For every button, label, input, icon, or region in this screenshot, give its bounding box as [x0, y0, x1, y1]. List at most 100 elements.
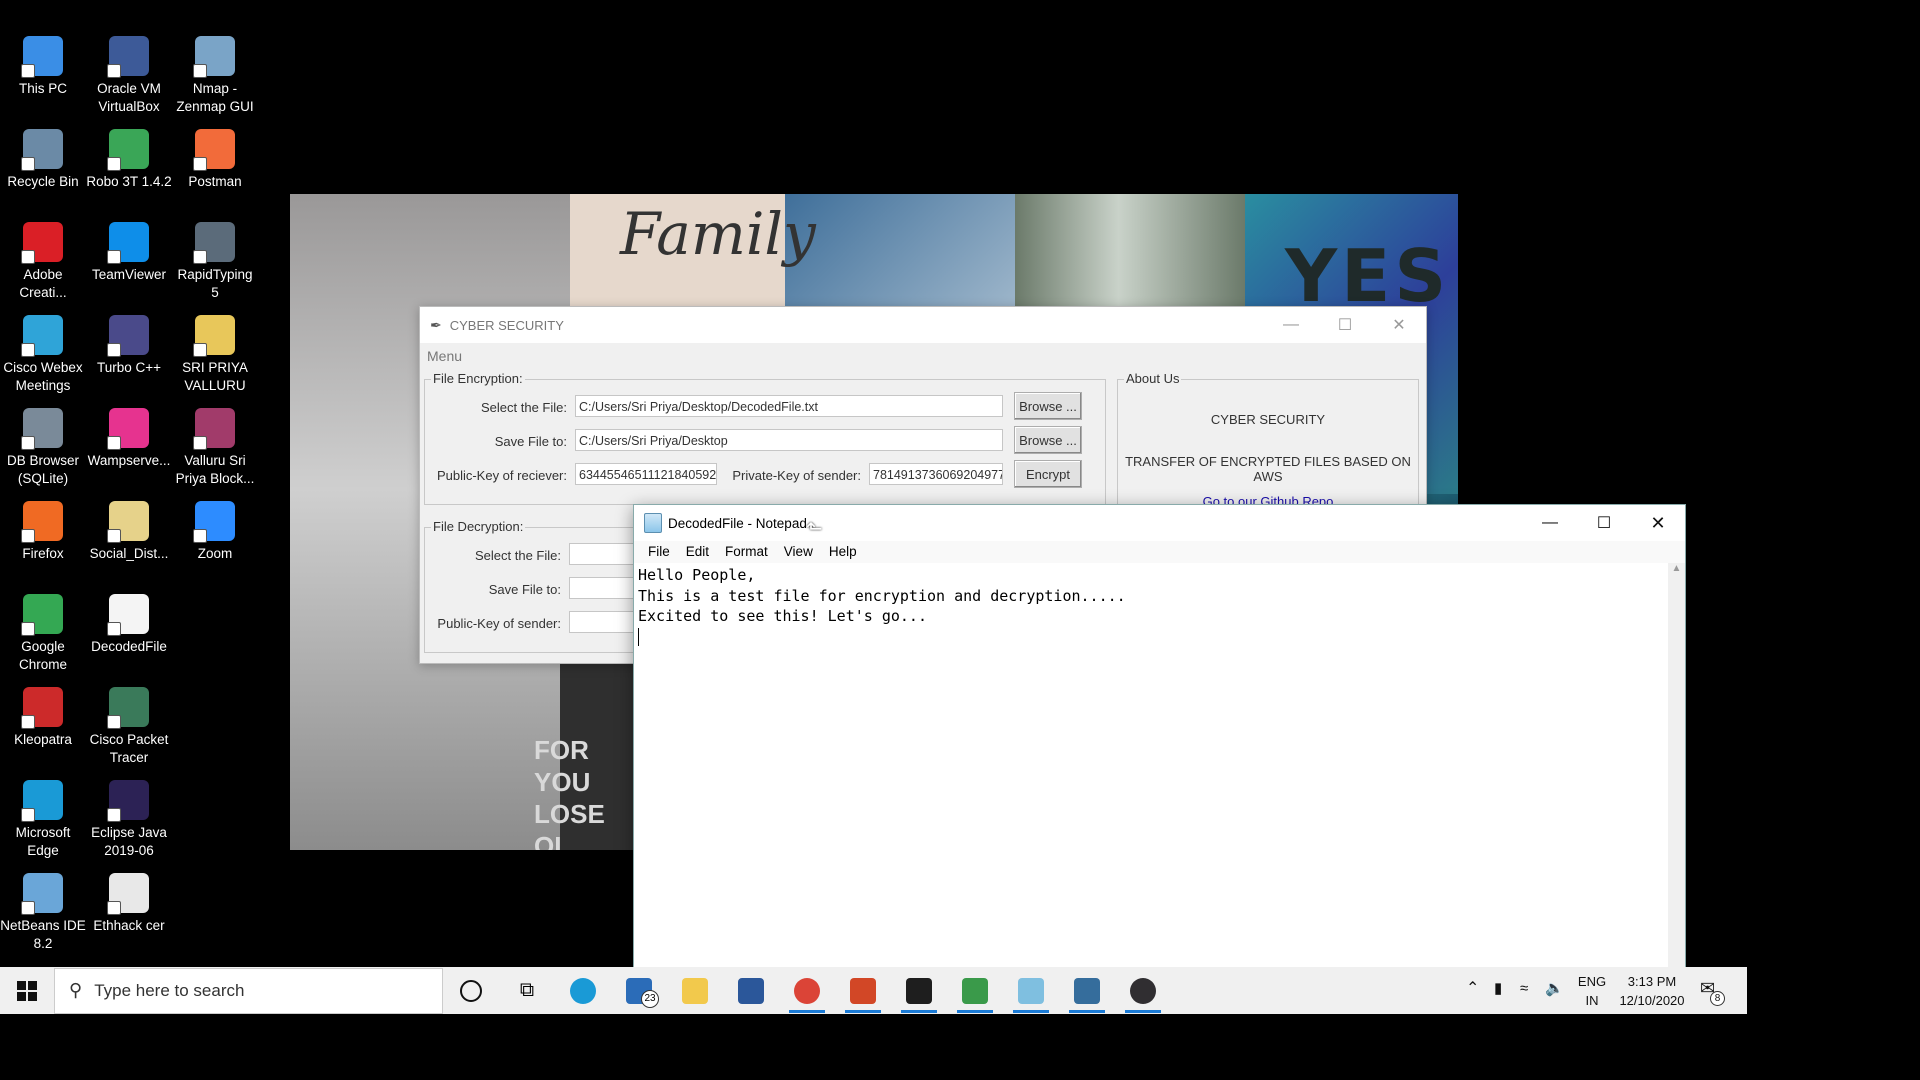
encrypt-button[interactable]: Encrypt: [1014, 460, 1082, 488]
language-indicator[interactable]: ENG IN: [1574, 972, 1610, 1010]
scroll-up-icon[interactable]: ▲: [1668, 563, 1685, 574]
powerpoint-icon: [850, 977, 876, 1004]
desktop-icon-adobe-creati[interactable]: Adobe Creati...: [0, 222, 86, 302]
desktop-icon-wampserve[interactable]: Wampserve...: [86, 408, 172, 470]
battery-icon[interactable]: ▮: [1494, 979, 1502, 998]
minimize-button[interactable]: —: [1264, 307, 1318, 343]
desktop-icon-turbo-c[interactable]: Turbo C++: [86, 315, 172, 377]
menu-view[interactable]: View: [784, 544, 813, 559]
close-button[interactable]: ✕: [1372, 307, 1426, 343]
taskbar-app-notepad[interactable]: [1003, 967, 1059, 1014]
app-icon: [107, 594, 149, 636]
desktop-icon-db-browser-sqlite[interactable]: DB Browser (SQLite): [0, 408, 86, 488]
desktop-icon-label: Recycle Bin: [7, 174, 79, 189]
notepad-icon: [1018, 977, 1044, 1004]
notepad-close-button[interactable]: ✕: [1631, 505, 1685, 541]
app-icon: [107, 129, 149, 171]
menu-file[interactable]: File: [648, 544, 670, 559]
desktop-icon-label: Postman: [188, 174, 242, 189]
select-file-input[interactable]: C:/Users/Sri Priya/Desktop/DecodedFile.t…: [575, 395, 1003, 417]
desktop-icon-netbeans-ide-8-2[interactable]: NetBeans IDE 8.2: [0, 873, 86, 953]
desktop-icon-eclipse-java-2019-06[interactable]: Eclipse Java 2019-06: [86, 780, 172, 860]
cyber-titlebar[interactable]: ✒ CYBER SECURITY — ☐ ✕: [420, 307, 1426, 343]
menu-help[interactable]: Help: [829, 544, 857, 559]
taskbar-app-terminal[interactable]: [891, 967, 947, 1014]
taskbar-app-python-app[interactable]: [1059, 967, 1115, 1014]
menu-edit[interactable]: Edit: [686, 544, 709, 559]
desktop-icon-decodedfile[interactable]: DecodedFile: [86, 594, 172, 656]
browse-select-button[interactable]: Browse ...: [1014, 392, 1082, 420]
notepad-scrollbar[interactable]: ▲: [1668, 563, 1685, 970]
feather-icon: ✒: [430, 316, 442, 333]
volume-icon[interactable]: 🔈: [1545, 979, 1564, 998]
app-icon: [107, 780, 149, 822]
show-hidden-icons-chevron-icon[interactable]: ⌃: [1466, 979, 1479, 998]
desktop-icon-postman[interactable]: Postman: [172, 129, 258, 191]
app-icon: [193, 222, 235, 264]
desktop-icon-cisco-webex-meetings[interactable]: Cisco Webex Meetings: [0, 315, 86, 395]
notepad-titlebar[interactable]: DecodedFile - Notepad — ☐ ✕: [634, 505, 1685, 541]
word-icon: [738, 977, 764, 1004]
desktop-icon-cisco-packet-tracer[interactable]: Cisco Packet Tracer: [86, 687, 172, 767]
desktop-icon-nmap-zenmap-gui[interactable]: Nmap - Zenmap GUI: [172, 36, 258, 116]
chrome-icon: [794, 977, 820, 1004]
app-icon: [107, 408, 149, 450]
taskbar-app-chrome[interactable]: [779, 967, 835, 1014]
desktop-icon-robo-3t-1-4-2[interactable]: Robo 3T 1.4.2: [86, 129, 172, 191]
desktop-icon-microsoft-edge[interactable]: Microsoft Edge: [0, 780, 86, 860]
desktop-icon-recycle-bin[interactable]: Recycle Bin: [0, 129, 86, 191]
text-line: Excited to see this! Let's go...: [638, 607, 927, 625]
notepad-text-area[interactable]: Hello People, This is a test file for enc…: [634, 563, 1668, 970]
cortana-icon: [460, 979, 482, 1002]
python-app-icon: [1074, 977, 1100, 1004]
notepad-minimize-button[interactable]: —: [1523, 505, 1577, 541]
desktop-icon-valluru-sri-priya-block[interactable]: Valluru Sri Priya Block...: [172, 408, 258, 488]
task-view-button[interactable]: ⧉: [499, 967, 555, 1014]
menu-item-menu[interactable]: Menu: [427, 348, 462, 364]
app-icon: [193, 501, 235, 543]
menu-format[interactable]: Format: [725, 544, 768, 559]
about-title: CYBER SECURITY: [1210, 412, 1326, 427]
save-to-label: Save File to:: [494, 434, 567, 449]
desktop-icon-label: Nmap - Zenmap GUI: [176, 81, 254, 114]
taskbar-app-obs[interactable]: [1115, 967, 1171, 1014]
desktop-icon-oracle-vm-virtualbox[interactable]: Oracle VM VirtualBox: [86, 36, 172, 116]
taskbar: ⚲ Type here to search ⧉ 23 ⌃ ▮ ≈ 🔈 ENG I…: [0, 967, 1747, 1014]
collage-sky-panel: [785, 194, 1015, 314]
desktop-icon-social-dist[interactable]: Social_Dist...: [86, 501, 172, 563]
taskbar-app-pycharm[interactable]: [947, 967, 1003, 1014]
desktop-icon-firefox[interactable]: Firefox: [0, 501, 86, 563]
notepad-maximize-button[interactable]: ☐: [1577, 505, 1631, 541]
save-to-input[interactable]: C:/Users/Sri Priya/Desktop: [575, 429, 1003, 451]
obs-icon: [1130, 977, 1156, 1004]
desktop-icon-zoom[interactable]: Zoom: [172, 501, 258, 563]
desktop-icon-label: This PC: [18, 81, 67, 96]
desktop-icon-label: NetBeans IDE 8.2: [0, 918, 86, 951]
desktop-icon-ethhack-cer[interactable]: Ethhack cer: [86, 873, 172, 935]
browse-save-button[interactable]: Browse ...: [1014, 426, 1082, 454]
app-icon: [107, 873, 149, 915]
about-legend: About Us: [1124, 371, 1182, 386]
start-button[interactable]: [0, 967, 54, 1014]
notification-center-icon[interactable]: ✉ 8: [1700, 979, 1725, 1006]
clock[interactable]: 3:13 PM 12/10/2020: [1612, 972, 1692, 1010]
taskbar-app-edge[interactable]: [555, 967, 611, 1014]
pubkey-receiver-input[interactable]: 6344554651112184059222: [575, 463, 717, 485]
taskbar-search-input[interactable]: ⚲ Type here to search: [54, 967, 443, 1014]
desktop-icon-google-chrome[interactable]: Google Chrome: [0, 594, 86, 674]
taskbar-app-mail[interactable]: 23: [611, 967, 667, 1014]
desktop-icon-kleopatra[interactable]: Kleopatra: [0, 687, 86, 749]
privkey-sender-input[interactable]: 7814913736069204977: [869, 463, 1003, 485]
cortana-button[interactable]: [443, 967, 499, 1014]
wifi-icon[interactable]: ≈: [1520, 979, 1528, 998]
dec-select-file-label: Select the File:: [475, 548, 561, 563]
maximize-button[interactable]: ☐: [1318, 307, 1372, 343]
desktop-icon-teamviewer[interactable]: TeamViewer: [86, 222, 172, 284]
app-icon: [107, 501, 149, 543]
desktop-icon-sri-priya-valluru[interactable]: SRI PRIYA VALLURU: [172, 315, 258, 395]
taskbar-app-word[interactable]: [723, 967, 779, 1014]
taskbar-app-powerpoint[interactable]: [835, 967, 891, 1014]
taskbar-app-explorer[interactable]: [667, 967, 723, 1014]
desktop-icon-this-pc[interactable]: This PC: [0, 36, 86, 98]
desktop-icon-rapidtyping-5[interactable]: RapidTyping 5: [172, 222, 258, 302]
